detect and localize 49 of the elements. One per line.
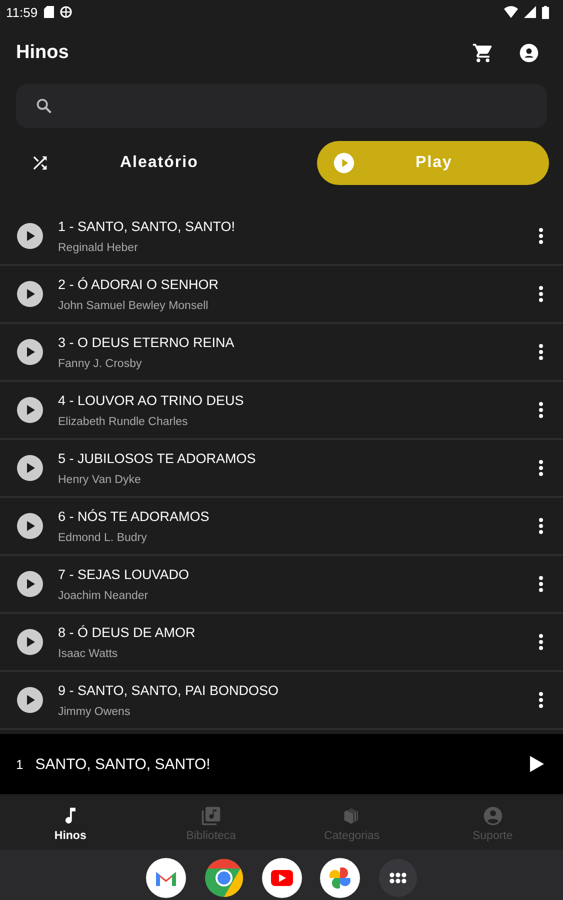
- wifi-icon: [504, 6, 518, 18]
- track-number: 1: [16, 756, 24, 772]
- hymn-author: Edmond L. Budry: [58, 532, 148, 544]
- play-icon[interactable]: [16, 338, 44, 366]
- music-library-icon: [200, 804, 222, 826]
- hymn-title[interactable]: 5 - JUBILOSOS TE ADORAMOS: [58, 450, 533, 466]
- hymn-title[interactable]: 2 - Ó ADORAI O SENHOR: [58, 276, 533, 292]
- person-icon: [482, 804, 504, 826]
- play-icon[interactable]: [16, 570, 44, 598]
- signal-icon: [524, 6, 536, 18]
- sd-card-icon: [44, 6, 54, 18]
- hymn-author: Henry Van Dyke: [58, 474, 142, 486]
- search-icon: [34, 96, 54, 116]
- nav-tab[interactable]: Hinos: [0, 796, 141, 850]
- app-title: Hinos: [16, 42, 70, 64]
- status-time: 11:59: [6, 4, 38, 20]
- play-icon[interactable]: [16, 396, 44, 424]
- hymn-author: Fanny J. Crosby: [58, 358, 143, 370]
- video-app-icon[interactable]: [262, 858, 302, 898]
- hymn-author: Jimmy Owens: [58, 706, 132, 718]
- hymn-author: Isaac Watts: [58, 648, 119, 660]
- hymn-title[interactable]: 7 - SEJAS LOUVADO: [58, 566, 533, 582]
- hymn-title[interactable]: 8 - Ó DEUS DE AMOR: [58, 624, 533, 640]
- app-drawer-icon[interactable]: [378, 858, 418, 898]
- hymn-author: Reginald Heber: [58, 242, 139, 254]
- hymn-title[interactable]: 1 - SANTO, SANTO, SANTO!: [58, 218, 533, 234]
- search-field[interactable]: [16, 84, 547, 128]
- hymn-author: John Samuel Bewley Monsell: [58, 300, 210, 312]
- play-icon[interactable]: [16, 512, 44, 540]
- hymn-title[interactable]: 6 - NÓS TE ADORAMOS: [58, 508, 533, 524]
- play-icon[interactable]: [16, 222, 44, 250]
- play-icon[interactable]: [16, 280, 44, 308]
- hymn-author: Elizabeth Rundle Charles: [58, 416, 189, 428]
- hymn-title[interactable]: 3 - O DEUS ETERNO REINA: [58, 334, 533, 350]
- hymn-title[interactable]: 9 - SANTO, SANTO, PAI BONDOSO: [58, 682, 533, 698]
- globe-icon: [60, 6, 72, 18]
- hymn-author: Joachim Neander: [58, 590, 150, 602]
- shuffle-button[interactable]: Aleatório: [16, 141, 317, 185]
- mail-app-icon[interactable]: [146, 858, 186, 898]
- play-circle-icon: [333, 152, 355, 174]
- play-icon[interactable]: [529, 755, 545, 773]
- now-playing-title: SANTO, SANTO, SANTO!: [35, 756, 212, 772]
- browser-app-icon[interactable]: [204, 858, 244, 898]
- hymn-title[interactable]: 4 - LOUVOR AO TRINO DEUS: [58, 392, 533, 408]
- photos-app-icon[interactable]: [320, 858, 360, 898]
- play-icon[interactable]: [16, 454, 44, 482]
- battery-icon: [542, 6, 549, 18]
- play-icon[interactable]: [16, 628, 44, 656]
- play-icon[interactable]: [16, 686, 44, 714]
